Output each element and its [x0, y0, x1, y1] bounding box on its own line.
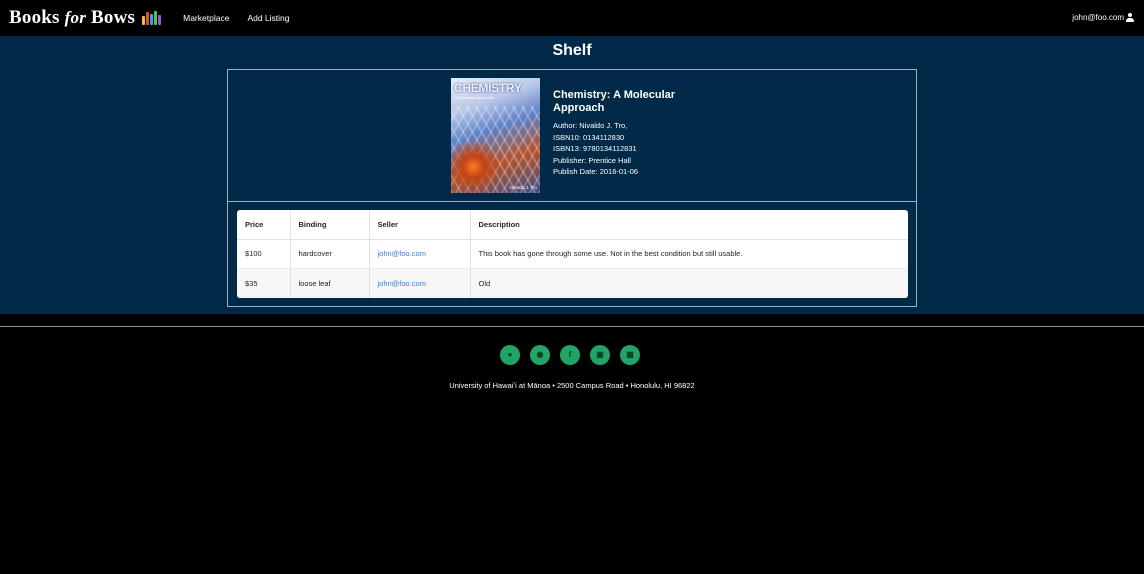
user-email: john@foo.com: [1072, 13, 1124, 22]
book-isbn10: ISBN10: 0134112830: [553, 132, 625, 142]
book-publish-date: Publish Date: 2016-01-06: [553, 167, 639, 176]
footer: ● ◉ f ▣ ▦ University of Hawaiʻi at Mānoa…: [0, 314, 1144, 574]
column-header-binding: Binding: [290, 210, 370, 240]
book-publisher: Publisher: Prentice Hall: [553, 155, 631, 165]
books-icon: [142, 11, 162, 25]
brand-logo-link[interactable]: Books for Bows: [9, 7, 162, 29]
nav-add-listing[interactable]: Add Listing: [247, 13, 289, 23]
column-header-seller: Seller: [369, 210, 471, 240]
chat-icon[interactable]: ▣: [590, 345, 610, 365]
brand-bows: Bows: [91, 7, 136, 28]
book-title: Chemistry: A Molecular Approach: [553, 89, 676, 114]
book-isbn13: ISBN13: 9780134112831: [553, 144, 637, 153]
cover-art: [451, 106, 540, 193]
cell-description: This book has gone through some use. Not…: [470, 239, 908, 269]
github-icon[interactable]: ●: [500, 345, 520, 365]
table-row: $35 loose leaf john@foo.com Old: [237, 268, 908, 298]
navbar: Books for Bows Marketplace Add Listing j…: [0, 0, 1144, 36]
shelf-card: CHEMISTRY A Molecular Approach Nivaldo J…: [227, 69, 917, 307]
facebook-icon[interactable]: f: [560, 345, 580, 365]
column-header-description: Description: [470, 210, 908, 240]
cell-price: $35: [237, 268, 291, 298]
instagram-icon[interactable]: ◉: [530, 345, 550, 365]
footer-divider: [0, 326, 1144, 327]
cell-binding: hardcover: [290, 239, 370, 269]
linkedin-icon[interactable]: ▦: [620, 345, 640, 365]
table-header-row: Price Binding Seller Description: [237, 210, 908, 240]
cover-subtitle: A Molecular Approach: [455, 95, 494, 100]
book-info: Chemistry: A Molecular Approach Author: …: [553, 89, 703, 178]
seller-link[interactable]: john@foo.com: [369, 239, 471, 269]
nav-marketplace[interactable]: Marketplace: [183, 13, 229, 23]
cell-binding: loose leaf: [290, 268, 370, 298]
column-header-price: Price: [237, 210, 291, 240]
table-row: $100 hardcover john@foo.com This book ha…: [237, 239, 908, 269]
user-menu[interactable]: john@foo.com: [1072, 13, 1134, 22]
book-meta: Author: Nivaldo J. Tro, ISBN10: 01341128…: [553, 120, 703, 178]
listings-table: Price Binding Seller Description $100 ha…: [237, 210, 908, 298]
cell-price: $100: [237, 239, 291, 269]
nav-links: Marketplace Add Listing: [183, 13, 289, 23]
brand-books: Books: [9, 7, 60, 28]
cover-author: Nivaldo J. Tro: [509, 185, 537, 190]
brand-for: for: [64, 8, 87, 27]
footer-address: University of Hawaiʻi at Mānoa • 2500 Ca…: [449, 381, 695, 390]
social-links: ● ◉ f ▣ ▦: [500, 345, 640, 365]
main-section: Shelf CHEMISTRY A Molecular Approach Niv…: [0, 36, 1144, 314]
seller-link[interactable]: john@foo.com: [369, 268, 471, 298]
cover-title: CHEMISTRY: [454, 81, 522, 95]
cell-description: Old: [470, 268, 908, 298]
book-cover-image: CHEMISTRY A Molecular Approach Nivaldo J…: [451, 78, 540, 193]
page-title: Shelf: [552, 42, 592, 59]
user-icon: [1125, 13, 1134, 22]
book-details: CHEMISTRY A Molecular Approach Nivaldo J…: [228, 70, 916, 202]
book-author: Author: Nivaldo J. Tro,: [553, 121, 628, 130]
